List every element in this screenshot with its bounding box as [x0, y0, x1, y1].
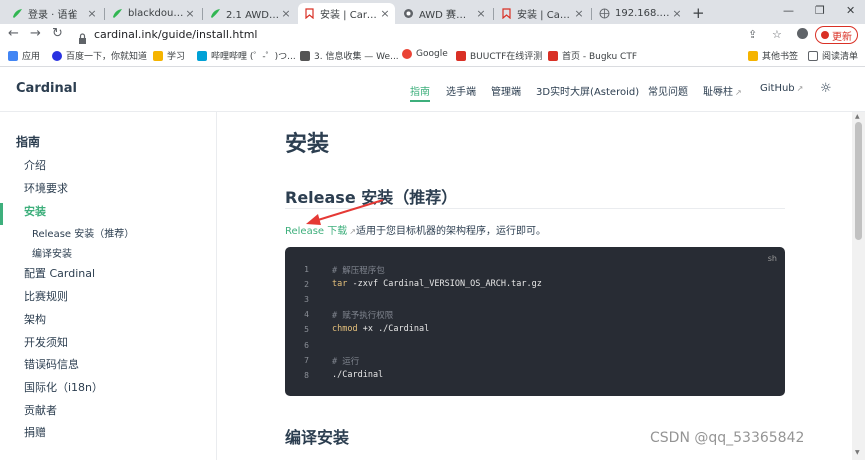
scroll-up-icon[interactable]: ▲ [855, 113, 860, 120]
page-scrollbar[interactable]: ▲ ▼ [852, 112, 865, 460]
scroll-down-icon[interactable]: ▼ [855, 449, 860, 456]
watermark: CSDN @qq_53365842 [650, 430, 805, 446]
annotation-arrow [306, 199, 384, 225]
scroll-thumb[interactable] [855, 122, 862, 240]
